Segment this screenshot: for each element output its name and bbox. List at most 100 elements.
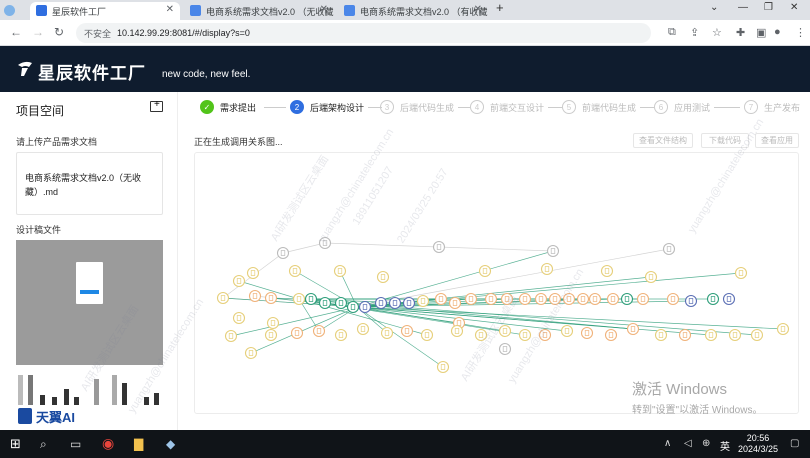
reload-icon[interactable]: ↻: [54, 25, 64, 39]
graph-node[interactable]: [388, 296, 402, 310]
minimize-icon[interactable]: —: [738, 2, 748, 13]
restore-icon[interactable]: ❐: [764, 2, 773, 13]
graph-node[interactable]: [654, 328, 668, 342]
graph-node[interactable]: [264, 291, 278, 305]
graph-node[interactable]: [600, 264, 614, 278]
step-requirements[interactable]: ✓ 需求提出: [200, 99, 256, 115]
step-frontend-design[interactable]: 4 前端交互设计: [470, 99, 544, 115]
file-explorer-icon[interactable]: ▇: [134, 437, 143, 451]
view-file-structure-button[interactable]: 查看文件结构: [633, 133, 693, 148]
graph-node[interactable]: [546, 244, 560, 258]
tab-search-icon[interactable]: ⌄: [710, 2, 718, 13]
step-backend-code[interactable]: 3 后端代码生成: [380, 99, 454, 115]
graph-node[interactable]: [318, 296, 332, 310]
step-release[interactable]: 7 生产发布: [744, 99, 800, 115]
uploaded-doc-card[interactable]: 电商系统需求文档v2.0（无收藏）.md: [16, 152, 163, 215]
graph-node[interactable]: [432, 240, 446, 254]
graph-node[interactable]: [290, 326, 304, 340]
tray-chevron-icon[interactable]: ∧: [664, 438, 671, 449]
windows-start-icon[interactable]: ⊞: [10, 436, 21, 452]
graph-node[interactable]: [334, 328, 348, 342]
graph-node[interactable]: [420, 328, 434, 342]
graph-node[interactable]: [518, 292, 532, 306]
tab-doc-fav[interactable]: 电商系统需求文档v2.0 （有收藏 ✕: [338, 2, 488, 20]
graph-node[interactable]: [232, 311, 246, 325]
graph-node[interactable]: [560, 324, 574, 338]
graph-node[interactable]: [400, 324, 414, 338]
tab-doc-no-fav[interactable]: 电商系统需求文档v2.0 （无收藏 ✕: [184, 2, 334, 20]
close-tab-icon[interactable]: ✕: [166, 4, 174, 15]
graph-node[interactable]: [216, 291, 230, 305]
bookmark-star-icon[interactable]: ☆: [712, 26, 722, 39]
graph-node[interactable]: [706, 292, 720, 306]
graph-node[interactable]: [464, 292, 478, 306]
graph-node[interactable]: [734, 266, 748, 280]
graph-node[interactable]: [312, 324, 326, 338]
back-icon[interactable]: ←: [10, 25, 22, 39]
graph-node[interactable]: [288, 264, 302, 278]
graph-node[interactable]: [333, 264, 347, 278]
add-folder-icon[interactable]: [150, 99, 163, 112]
volume-icon[interactable]: ◁: [684, 438, 692, 449]
graph-node[interactable]: [232, 274, 246, 288]
browser-menu-icon[interactable]: [2, 2, 16, 20]
graph-node[interactable]: [500, 292, 514, 306]
graph-node[interactable]: [662, 242, 676, 256]
download-code-button[interactable]: 下载代码: [701, 133, 749, 148]
graph-node[interactable]: [356, 322, 370, 336]
step-app-test[interactable]: 6 应用测试: [654, 99, 710, 115]
graph-node[interactable]: [346, 300, 360, 314]
graph-node[interactable]: [534, 292, 548, 306]
graph-node[interactable]: [626, 322, 640, 336]
close-tab-icon[interactable]: ✕: [474, 4, 482, 15]
call-graph-canvas[interactable]: [194, 152, 799, 414]
graph-node[interactable]: [374, 296, 388, 310]
graph-node[interactable]: [304, 292, 318, 306]
graph-node[interactable]: [636, 292, 650, 306]
clock[interactable]: 20:56 2024/3/25: [738, 433, 778, 455]
graph-node[interactable]: [276, 246, 290, 260]
graph-node[interactable]: [358, 300, 372, 314]
graph-node[interactable]: [498, 324, 512, 338]
address-bar[interactable]: 不安全 10.142.99.29:8081/#/display?s=0: [76, 23, 651, 43]
graph-node[interactable]: [498, 342, 512, 356]
graph-node[interactable]: [728, 328, 742, 342]
profile-icon[interactable]: ●: [774, 26, 781, 38]
close-tab-icon[interactable]: ✕: [320, 4, 328, 15]
tab-xingchen[interactable]: 星辰软件工厂 ✕: [30, 2, 180, 20]
more-menu-icon[interactable]: ⋮: [795, 26, 806, 39]
graph-node[interactable]: [478, 264, 492, 278]
graph-node[interactable]: [244, 346, 258, 360]
view-app-button[interactable]: 查看应用: [755, 133, 799, 148]
graph-node[interactable]: [678, 328, 692, 342]
call-graph[interactable]: [195, 153, 800, 415]
graph-node[interactable]: [750, 328, 764, 342]
app-icon[interactable]: ◆: [166, 437, 175, 451]
share-icon[interactable]: ⇪: [690, 26, 699, 39]
graph-node[interactable]: [722, 292, 736, 306]
task-view-icon[interactable]: ▭: [70, 437, 81, 451]
new-tab-button[interactable]: +: [496, 0, 504, 15]
forward-icon[interactable]: →: [32, 25, 44, 39]
graph-node[interactable]: [538, 328, 552, 342]
graph-node[interactable]: [266, 316, 280, 330]
network-icon[interactable]: ⊕: [702, 438, 710, 449]
translate-icon[interactable]: ⧉: [668, 26, 676, 39]
design-thumbnails[interactable]: [16, 369, 163, 405]
step-backend-arch[interactable]: 2 后端架构设计: [290, 99, 364, 115]
graph-node[interactable]: [246, 266, 260, 280]
graph-node[interactable]: [776, 322, 790, 336]
search-icon[interactable]: ⌕: [40, 437, 47, 452]
graph-node[interactable]: [318, 236, 332, 250]
close-window-icon[interactable]: ✕: [790, 2, 798, 13]
graph-node[interactable]: [644, 270, 658, 284]
graph-node[interactable]: [576, 292, 590, 306]
graph-node[interactable]: [548, 292, 562, 306]
notification-icon[interactable]: ▢: [790, 438, 799, 449]
graph-node[interactable]: [562, 292, 576, 306]
graph-node[interactable]: [580, 326, 594, 340]
graph-node[interactable]: [436, 360, 450, 374]
graph-node[interactable]: [604, 328, 618, 342]
graph-node[interactable]: [684, 294, 698, 308]
graph-node[interactable]: [224, 329, 238, 343]
